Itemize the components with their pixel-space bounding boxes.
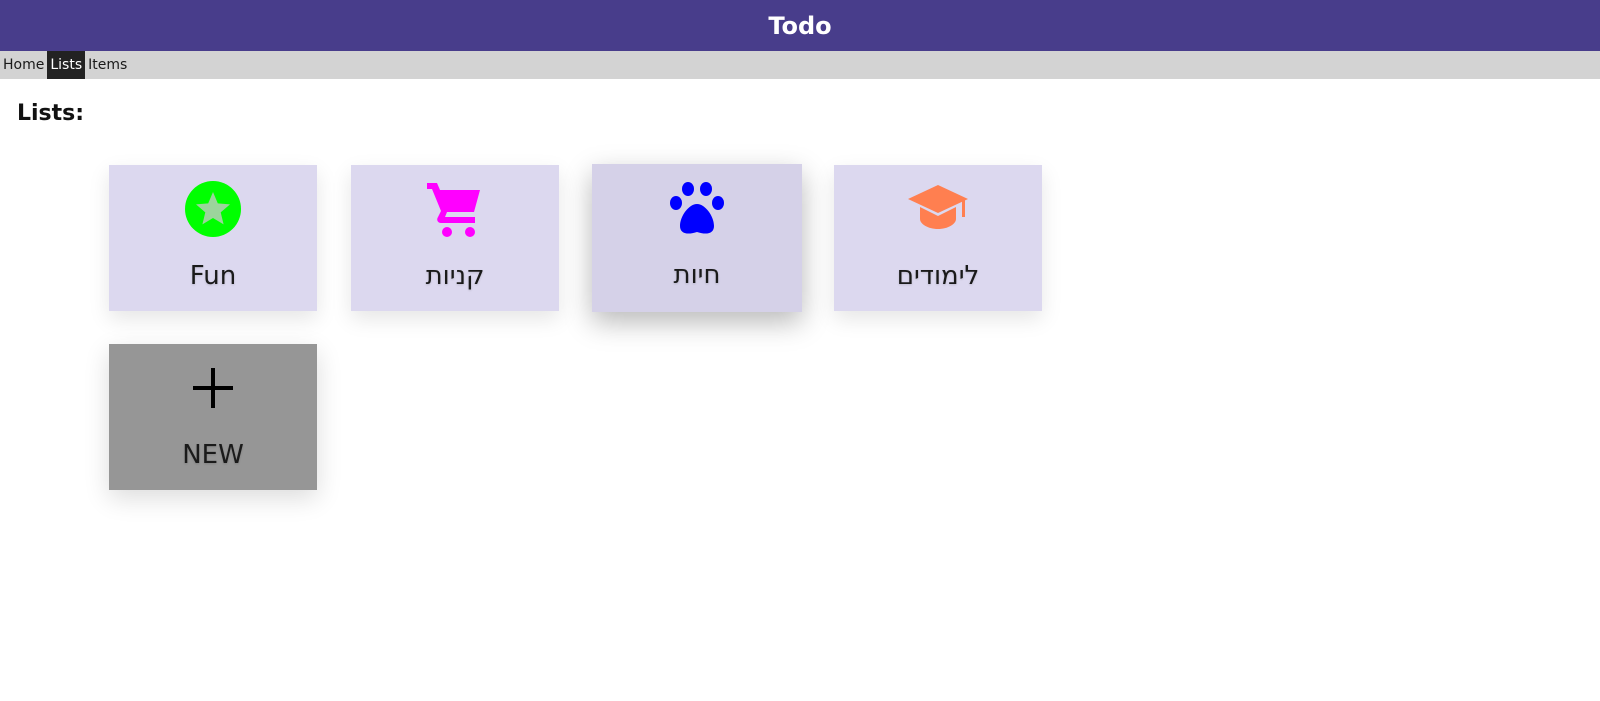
nav-item-home[interactable]: Home <box>0 51 47 79</box>
graduation-cap-icon <box>906 177 970 241</box>
app-header: Todo <box>0 0 1600 51</box>
new-list-label: NEW <box>182 440 244 470</box>
paw-icon <box>665 176 729 240</box>
list-card-label: Fun <box>189 261 237 291</box>
list-card-animals[interactable]: חיות <box>592 164 802 312</box>
page-title: Lists: <box>17 101 85 126</box>
app-title: Todo <box>768 11 832 40</box>
list-card-label: לימודים <box>896 261 980 291</box>
list-card-fun[interactable]: Fun <box>109 165 317 311</box>
new-list-button[interactable]: NEW <box>109 344 317 490</box>
list-card-studies[interactable]: לימודים <box>834 165 1042 311</box>
star-icon <box>181 177 245 241</box>
shopping-cart-icon <box>423 177 487 241</box>
plus-icon <box>181 356 245 420</box>
list-card-label: קניות <box>425 261 485 291</box>
nav-item-lists[interactable]: Lists <box>47 51 86 79</box>
nav-item-items[interactable]: Items <box>85 51 130 79</box>
list-card-label: חיות <box>673 260 721 290</box>
list-card-shopping[interactable]: קניות <box>351 165 559 311</box>
nav-bar: Home Lists Items <box>0 51 1600 79</box>
